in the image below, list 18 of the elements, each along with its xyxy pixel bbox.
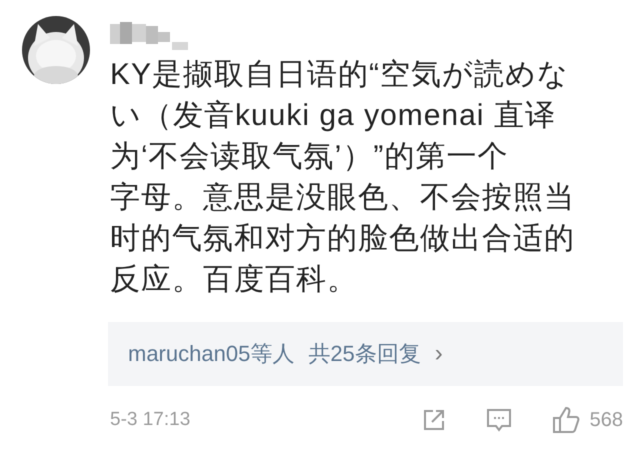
reply-count: 共25条回复	[308, 340, 421, 368]
comment-line: 反应。百度百科。	[110, 262, 358, 298]
like-count: 568	[590, 408, 623, 432]
like-button[interactable]: 568	[552, 406, 623, 434]
comment-line: 时的气氛和对方的脸色做出合适的	[110, 221, 575, 257]
share-icon	[422, 408, 446, 432]
share-button[interactable]	[422, 408, 446, 432]
comment-line: 字母。意思是没眼色、不会按照当	[110, 180, 575, 216]
chevron-icon: ›	[434, 340, 443, 368]
comment-icon	[486, 408, 512, 432]
comment-line: い（发音kuuki ga yomenai 直译	[110, 98, 556, 134]
thumbs-up-icon	[552, 406, 580, 434]
comment-button[interactable]	[486, 408, 512, 432]
comment-line: KY是撷取自日语的“空気が読めな	[110, 57, 570, 93]
comment-line: 为‘不会读取气氛’）”的第一个	[110, 139, 508, 175]
reply-users: maruchan05等人	[128, 340, 294, 368]
comment-time: 5-3 17:13	[110, 409, 192, 431]
replies-link[interactable]: maruchan05等人 共25条回复 ›	[108, 322, 623, 386]
